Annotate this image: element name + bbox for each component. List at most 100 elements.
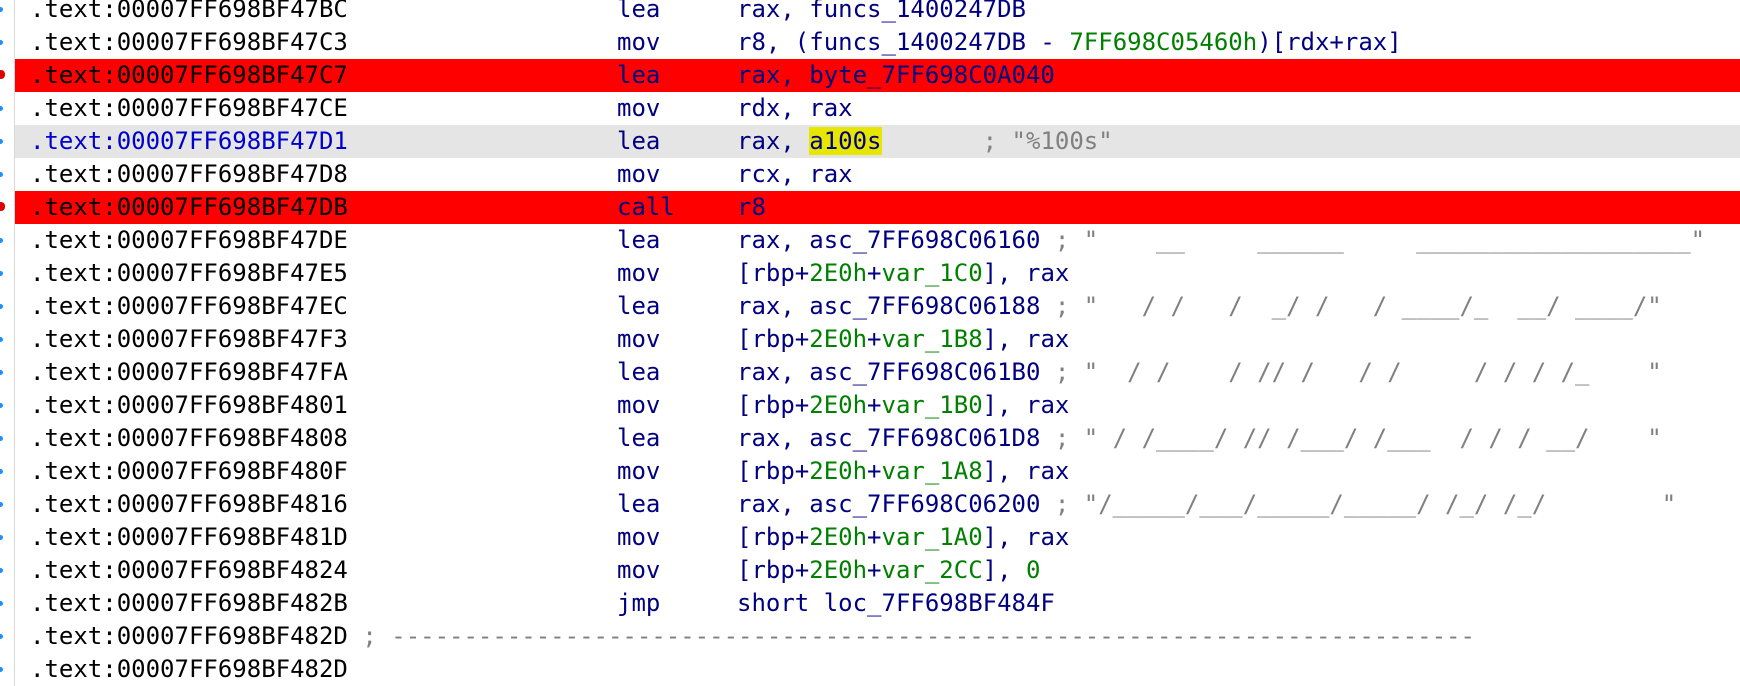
gutter-cell[interactable]	[0, 488, 15, 521]
operand-token[interactable]: rax, byte_7FF698C0A040	[737, 61, 1055, 89]
line-marker-icon[interactable]	[0, 40, 3, 45]
operand-token[interactable]: rax, asc_7FF698C06188	[737, 292, 1040, 320]
gutter-cell[interactable]	[0, 158, 15, 191]
mnemonic[interactable]: mov	[617, 158, 660, 191]
numeric-operand[interactable]: var_2CC	[882, 556, 983, 584]
gutter-cell[interactable]	[0, 653, 15, 686]
line-marker-icon[interactable]	[0, 337, 3, 342]
disasm-row-current[interactable]: .text:00007FF698BF47D1 lea rax, a100s ; "%…	[0, 125, 1740, 158]
gutter-cell[interactable]	[0, 389, 15, 422]
numeric-operand[interactable]: 2E0h	[809, 556, 867, 584]
mnemonic[interactable]: lea	[617, 290, 660, 323]
operand-token[interactable]: r8	[737, 193, 766, 221]
operand-token[interactable]: [rbp+	[737, 391, 809, 419]
address[interactable]: .text:00007FF698BF47C7	[30, 59, 348, 92]
operand-token[interactable]: rax,	[737, 0, 809, 23]
operand-token[interactable]: ],	[983, 556, 1026, 584]
mnemonic[interactable]: lea	[617, 59, 660, 92]
numeric-operand[interactable]: 2E0h	[809, 523, 867, 551]
address[interactable]: .text:00007FF698BF47C3	[30, 26, 348, 59]
breakpoint-icon[interactable]	[0, 202, 5, 211]
mnemonic[interactable]: lea	[617, 224, 660, 257]
mnemonic[interactable]: jmp	[617, 587, 660, 620]
disasm-row[interactable]: .text:00007FF698BF4824 mov [rbp+2E0h+var_2…	[0, 554, 1740, 587]
address[interactable]: .text:00007FF698BF47F3	[30, 323, 348, 356]
gutter-cell[interactable]	[0, 26, 15, 59]
operand-token[interactable]: [rbp+	[737, 523, 809, 551]
gutter-cell[interactable]	[0, 290, 15, 323]
disasm-row[interactable]: .text:00007FF698BF481D mov [rbp+2E0h+var_1…	[0, 521, 1740, 554]
operand-token[interactable]: +	[867, 457, 881, 485]
line-marker-icon[interactable]	[0, 106, 3, 111]
disasm-row[interactable]: .text:00007FF698BF47DE lea rax, asc_7FF698…	[0, 224, 1740, 257]
line-marker-icon[interactable]	[0, 139, 3, 144]
operand-token[interactable]: +	[867, 556, 881, 584]
operands[interactable]: [rbp+2E0h+var_1B0], rax	[737, 389, 1069, 422]
operand-token[interactable]: rax, asc_7FF698C061B0	[737, 358, 1040, 386]
mnemonic[interactable]: mov	[617, 521, 660, 554]
gutter-cell[interactable]	[0, 620, 15, 653]
address[interactable]: .text:00007FF698BF482D	[30, 653, 348, 686]
address[interactable]: .text:00007FF698BF47DB	[30, 191, 348, 224]
operand-token[interactable]: rax, asc_7FF698C06200	[737, 490, 1040, 518]
disasm-row[interactable]: .text:00007FF698BF482B jmp short loc_7FF69…	[0, 587, 1740, 620]
operand-token[interactable]: ], rax	[983, 259, 1070, 287]
operands[interactable]: short loc_7FF698BF484F	[737, 587, 1055, 620]
numeric-operand[interactable]: 7FF698C05460h	[1069, 28, 1257, 56]
disasm-row[interactable]: .text:00007FF698BF4801 mov [rbp+2E0h+var_1…	[0, 389, 1740, 422]
operand-token[interactable]: +	[867, 391, 881, 419]
address[interactable]: .text:00007FF698BF482B	[30, 587, 348, 620]
disasm-row[interactable]: .text:00007FF698BF47FA lea rax, asc_7FF698…	[0, 356, 1740, 389]
address[interactable]: .text:00007FF698BF480F	[30, 455, 348, 488]
address[interactable]: .text:00007FF698BF482D	[30, 620, 348, 653]
gutter-cell[interactable]	[0, 191, 15, 224]
numeric-operand[interactable]: 0	[1026, 556, 1040, 584]
disasm-row[interactable]: .text:00007FF698BF47D8 mov rcx, rax	[0, 158, 1740, 191]
address[interactable]: .text:00007FF698BF47CE	[30, 92, 348, 125]
gutter-cell[interactable]	[0, 323, 15, 356]
operands[interactable]: rax, asc_7FF698C061D8 ; " / /____/ // /_…	[737, 422, 1662, 455]
operand-token[interactable]: ], rax	[983, 523, 1070, 551]
mnemonic[interactable]: lea	[617, 356, 660, 389]
gutter-cell[interactable]	[0, 125, 15, 158]
operands[interactable]: rax, asc_7FF698C061B0 ; " / / / // / / /…	[737, 356, 1662, 389]
line-marker-icon[interactable]	[0, 271, 3, 276]
mnemonic[interactable]: lea	[617, 488, 660, 521]
line-marker-icon[interactable]	[0, 469, 3, 474]
highlighted-symbol[interactable]: a100s	[809, 127, 882, 155]
disasm-row-breakpoint[interactable]: .text:00007FF698BF47C7 lea rax, byte_7FF69…	[0, 59, 1740, 92]
line-marker-icon[interactable]	[0, 7, 3, 12]
operands[interactable]: r8	[737, 191, 766, 224]
mnemonic[interactable]: mov	[617, 257, 660, 290]
operand-token[interactable]: [rbp+	[737, 457, 809, 485]
disasm-row[interactable]: .text:00007FF698BF480F mov [rbp+2E0h+var_1…	[0, 455, 1740, 488]
operands[interactable]: rax, asc_7FF698C06188 ; " / / / _/ / / _…	[737, 290, 1662, 323]
operands[interactable]: rdx, rax	[737, 92, 853, 125]
mnemonic[interactable]: mov	[617, 554, 660, 587]
address[interactable]: .text:00007FF698BF4801	[30, 389, 348, 422]
numeric-operand[interactable]: 2E0h	[809, 325, 867, 353]
operands[interactable]: rax, asc_7FF698C06160 ; " __ ______ ____…	[737, 224, 1705, 257]
breakpoint-icon[interactable]	[0, 70, 5, 79]
mnemonic[interactable]: mov	[617, 323, 660, 356]
disassembly-view[interactable]: .text:00007FF698BF47BC lea rax, funcs_1400…	[0, 0, 1740, 686]
line-marker-icon[interactable]	[0, 568, 3, 573]
address[interactable]: .text:00007FF698BF4816	[30, 488, 348, 521]
line-marker-icon[interactable]	[0, 667, 3, 672]
operand-token[interactable]: +	[867, 259, 881, 287]
gutter-cell[interactable]	[0, 224, 15, 257]
disasm-row[interactable]: .text:00007FF698BF4808 lea rax, asc_7FF698…	[0, 422, 1740, 455]
gutter-cell[interactable]	[0, 422, 15, 455]
operand-token[interactable]: +	[867, 523, 881, 551]
operand-token[interactable]: [rbp+	[737, 556, 809, 584]
address[interactable]: .text:00007FF698BF47D8	[30, 158, 348, 191]
gutter-cell[interactable]	[0, 59, 15, 92]
line-marker-icon[interactable]	[0, 403, 3, 408]
mnemonic[interactable]: mov	[617, 26, 660, 59]
gutter-cell[interactable]	[0, 92, 15, 125]
address[interactable]: .text:00007FF698BF47BC	[30, 0, 348, 26]
operand-token[interactable]: )[rdx+rax]	[1257, 28, 1402, 56]
mnemonic[interactable]: mov	[617, 455, 660, 488]
disasm-row[interactable]: .text:00007FF698BF482D	[0, 653, 1740, 686]
line-marker-icon[interactable]	[0, 535, 3, 540]
